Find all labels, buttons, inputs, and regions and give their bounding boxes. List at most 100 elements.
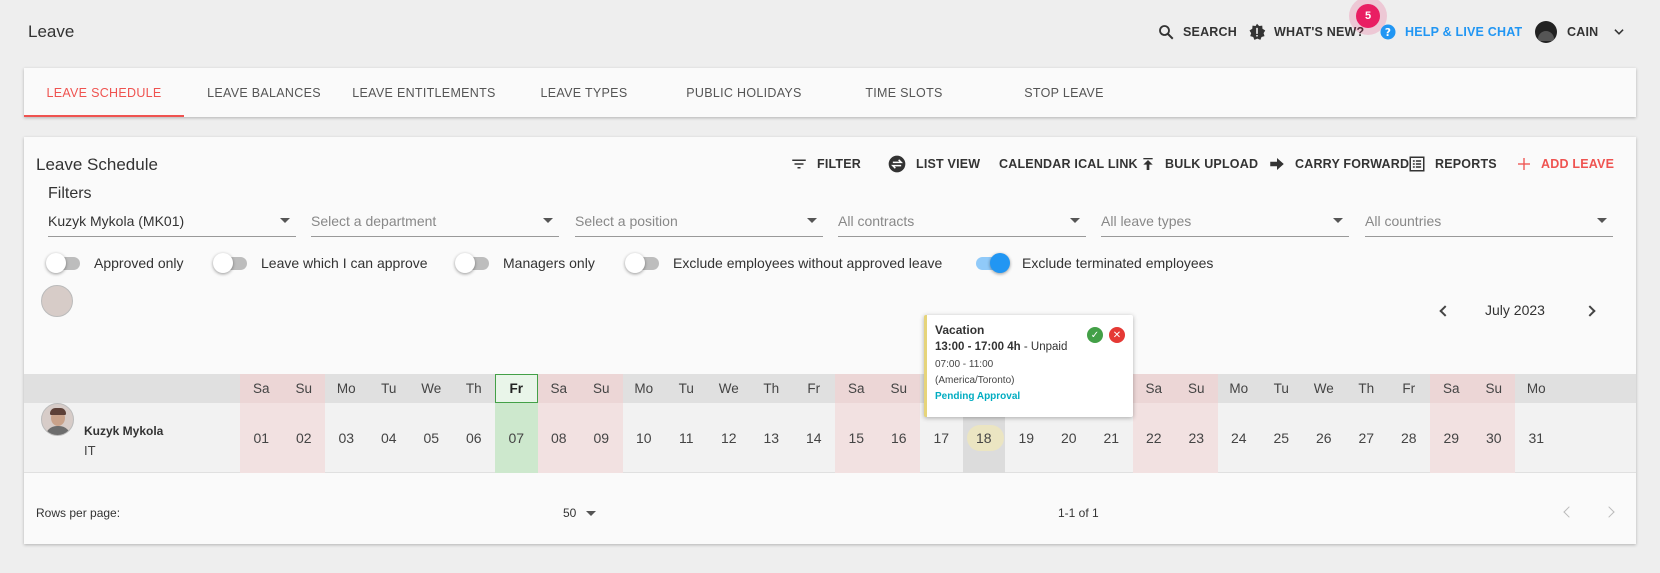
leave-types-select[interactable]: All leave types	[1101, 205, 1349, 237]
tab-stop-leave[interactable]: STOP LEAVE	[984, 68, 1144, 117]
calendar-ical-link-button[interactable]: CALENDAR ICAL LINK	[999, 154, 1138, 174]
position-select-placeholder: Select a position	[575, 212, 678, 229]
weekday-header: Tu	[381, 381, 397, 396]
day-cell[interactable]: 23	[1175, 403, 1218, 473]
approved-only-switch[interactable]	[46, 253, 82, 273]
help-live-chat-button[interactable]: ? HELP & LIVE CHAT	[1379, 22, 1522, 42]
day-cell[interactable]: 09	[580, 403, 623, 473]
day-cell[interactable]: 03	[325, 403, 368, 473]
employee-name[interactable]: Kuzyk Mykola	[84, 424, 163, 438]
day-cell[interactable]: 05	[410, 403, 453, 473]
day-number: 21	[1103, 430, 1120, 446]
weekday-header: Th	[763, 381, 780, 396]
whats-new-label: WHAT'S NEW?	[1274, 25, 1365, 39]
carry-forward-button[interactable]: CARRY FORWARD	[1268, 154, 1409, 174]
search-icon	[1157, 23, 1175, 41]
day-cell[interactable]: 25	[1260, 403, 1303, 473]
day-cell[interactable]: 29	[1430, 403, 1473, 473]
day-cell[interactable]: 28	[1388, 403, 1431, 473]
day-cell[interactable]: 16	[877, 403, 920, 473]
day-cell[interactable]: 04	[368, 403, 411, 473]
tooltip-paid-status: - Unpaid	[1020, 341, 1068, 353]
list-view-button[interactable]: LIST VIEW	[887, 154, 980, 174]
tab-leave-balances[interactable]: LEAVE BALANCES	[184, 68, 344, 117]
day-cell[interactable]: 14	[793, 403, 836, 473]
day-cell[interactable]: 08	[537, 403, 580, 473]
leave-types-select-placeholder: All leave types	[1101, 212, 1192, 229]
exclude-terminated-switch[interactable]	[974, 253, 1010, 273]
toggle-label: Leave which I can approve	[261, 255, 428, 271]
day-number: 29	[1443, 430, 1460, 446]
approve-icon[interactable]: ✓	[1087, 327, 1103, 343]
countries-select[interactable]: All countries	[1365, 205, 1613, 237]
day-cell[interactable]: 15	[835, 403, 878, 473]
managers-only-switch[interactable]	[455, 253, 491, 273]
employee-select[interactable]: Kuzyk Mykola (MK01)	[48, 205, 296, 237]
weekday-header: Su	[877, 374, 920, 403]
toggle-label: Managers only	[503, 255, 595, 271]
day-cell[interactable]: 13	[750, 403, 793, 473]
day-cell[interactable]: 12	[708, 403, 751, 473]
toggle-leave-i-can-approve[interactable]: Leave which I can approve	[213, 253, 428, 273]
day-cell[interactable]: 24	[1218, 403, 1261, 473]
tab-public-holidays[interactable]: PUBLIC HOLIDAYS	[664, 68, 824, 117]
search-button[interactable]: SEARCH	[1157, 22, 1237, 42]
filter-button[interactable]: FILTER	[790, 154, 861, 174]
toggle-approved-only[interactable]: Approved only	[46, 253, 184, 273]
day-number: 28	[1400, 430, 1417, 446]
rows-per-page-select[interactable]: 50	[563, 506, 597, 520]
day-cell[interactable]: 26	[1303, 403, 1346, 473]
day-cell[interactable]: 22	[1132, 403, 1175, 473]
svg-text:?: ?	[1385, 27, 1391, 39]
prev-month-icon[interactable]	[1439, 305, 1451, 317]
day-cell[interactable]: 06	[453, 403, 496, 473]
day-cell[interactable]: 10	[623, 403, 666, 473]
day-number: 27	[1358, 430, 1375, 446]
tab-leave-entitlements[interactable]: LEAVE ENTITLEMENTS	[344, 68, 504, 117]
weekday-header: Su	[282, 374, 325, 403]
weekday-header: We	[1313, 381, 1334, 396]
whats-new-button[interactable]: WHAT'S NEW?	[1248, 22, 1364, 42]
tab-leave-schedule[interactable]: LEAVE SCHEDULE	[24, 68, 184, 117]
add-leave-button[interactable]: ADD LEAVE	[1516, 154, 1614, 174]
bulk-upload-button[interactable]: BULK UPLOAD	[1140, 154, 1258, 174]
user-avatar	[1535, 21, 1557, 43]
day-number: 02	[295, 430, 312, 446]
toggle-exclude-without-approved[interactable]: Exclude employees without approved leave	[625, 253, 942, 273]
day-cell[interactable]: 30	[1472, 403, 1515, 473]
day-number: 13	[763, 430, 780, 446]
day-cell[interactable]: 31	[1515, 403, 1558, 473]
countries-select-placeholder: All countries	[1365, 212, 1442, 229]
user-menu[interactable]: CAIN	[1535, 21, 1626, 43]
reports-button[interactable]: REPORTS	[1408, 154, 1497, 174]
department-select[interactable]: Select a department	[311, 205, 559, 237]
day-cell[interactable]: 11	[665, 403, 708, 473]
dropdown-caret-icon	[280, 218, 290, 223]
notification-badge: 5	[1356, 4, 1380, 28]
toggle-label: Approved only	[94, 255, 184, 271]
day-number: 26	[1315, 430, 1332, 446]
exclude-without-approved-switch[interactable]	[625, 253, 661, 273]
reject-icon[interactable]: ✕	[1109, 327, 1125, 343]
day-number: 16	[890, 430, 907, 446]
toggle-exclude-terminated[interactable]: Exclude terminated employees	[974, 253, 1213, 273]
leave-i-can-approve-switch[interactable]	[213, 253, 249, 273]
employee-calendar-row: 01 02 03 04 05 06 07 08 09 10 11 12 13 14 15 16 17 18 19 20…	[24, 403, 1636, 473]
day-cell[interactable]: 02	[282, 403, 325, 473]
weekday-header: Mo	[336, 381, 356, 396]
day-number: 09	[593, 430, 610, 446]
contracts-select[interactable]: All contracts	[838, 205, 1086, 237]
position-select[interactable]: Select a position	[575, 205, 823, 237]
toggle-managers-only[interactable]: Managers only	[455, 253, 595, 273]
weekday-header: Sa	[1430, 374, 1473, 403]
dropdown-caret-icon	[586, 510, 597, 516]
next-month-icon[interactable]	[1584, 305, 1596, 317]
filter-label: FILTER	[817, 157, 862, 171]
day-cell[interactable]: 01	[240, 403, 283, 473]
bulk-upload-label: BULK UPLOAD	[1165, 157, 1259, 171]
tab-leave-types[interactable]: LEAVE TYPES	[504, 68, 664, 117]
day-cell[interactable]: 07	[495, 403, 538, 473]
weekday-header: Th	[1358, 381, 1375, 396]
tab-time-slots[interactable]: TIME SLOTS	[824, 68, 984, 117]
day-cell[interactable]: 27	[1345, 403, 1388, 473]
